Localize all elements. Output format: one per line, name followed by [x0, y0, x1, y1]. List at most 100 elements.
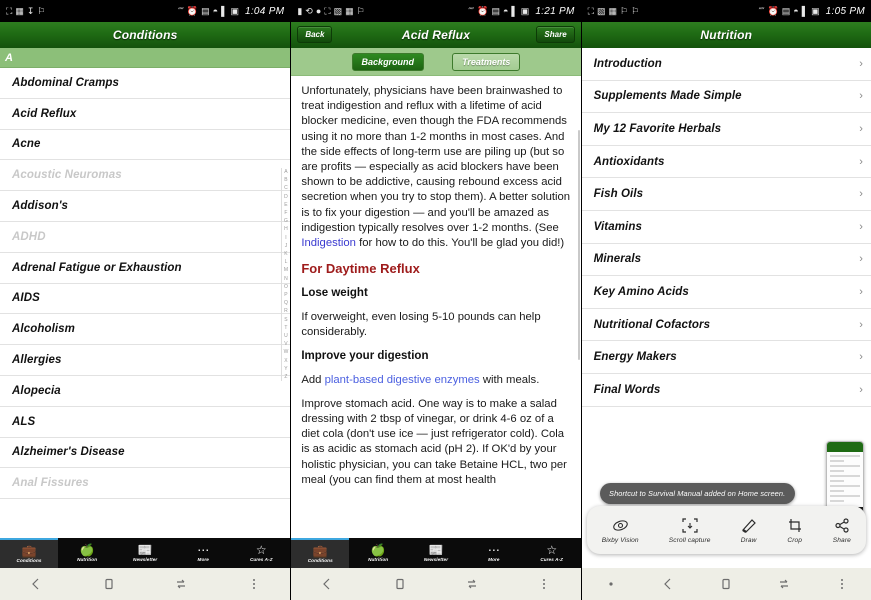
- back-button[interactable]: Back: [297, 26, 333, 43]
- nutrition-list[interactable]: Introduction › Supplements Made Simple › M…: [581, 48, 871, 407]
- list-item[interactable]: Antioxidants ›: [581, 146, 871, 179]
- tab-background[interactable]: Background: [351, 52, 425, 71]
- enzymes-link[interactable]: plant-based digestive enzymes: [325, 374, 480, 386]
- home-nav-icon[interactable]: [383, 568, 417, 600]
- alpha-index-letter[interactable]: K: [284, 250, 287, 258]
- back-nav-icon[interactable]: [19, 568, 53, 600]
- alpha-index-letter[interactable]: V: [284, 340, 287, 348]
- list-item[interactable]: My 12 Favorite Herbals ›: [581, 113, 871, 146]
- back-nav-icon[interactable]: [651, 568, 685, 600]
- list-item[interactable]: AIDS: [0, 284, 291, 315]
- alpha-index-letter[interactable]: L: [285, 258, 288, 266]
- list-item[interactable]: Acid Reflux: [0, 99, 291, 130]
- overflow-menu-icon[interactable]: [237, 568, 271, 600]
- thumbnail-line: [829, 470, 845, 472]
- scroll-capture-button[interactable]: Scroll capture: [669, 517, 711, 544]
- alpha-index-letter[interactable]: U: [284, 332, 288, 340]
- tab-conditions[interactable]: 💼 Conditions: [291, 538, 350, 568]
- tab-nutrition[interactable]: 🍏 Nutrition: [58, 538, 116, 568]
- list-item-label: Introduction: [593, 57, 662, 70]
- alpha-index-letter[interactable]: N: [284, 275, 288, 283]
- android-nav-bar-left[interactable]: [0, 568, 291, 600]
- list-item[interactable]: Adrenal Fatigue or Exhaustion: [0, 253, 291, 284]
- list-item[interactable]: Final Words ›: [581, 374, 871, 407]
- share-button[interactable]: Share: [536, 26, 575, 43]
- recents-nav-icon[interactable]: [767, 568, 801, 600]
- draw-button[interactable]: Draw: [741, 517, 757, 544]
- list-item[interactable]: Supplements Made Simple ›: [581, 81, 871, 114]
- article-paragraph-1: Unfortunately, physicians have been brai…: [301, 84, 570, 251]
- tab-conditions[interactable]: 💼 Conditions: [0, 538, 59, 568]
- alpha-index-letter[interactable]: H: [284, 225, 288, 233]
- crop-button[interactable]: Crop: [787, 517, 803, 544]
- thumbnail-line: [829, 475, 860, 477]
- list-item[interactable]: Introduction ›: [581, 48, 871, 81]
- list-item[interactable]: Alcoholism: [0, 314, 291, 346]
- tab-more[interactable]: ⋯ More: [465, 538, 523, 568]
- indigestion-link[interactable]: Indigestion: [301, 237, 356, 249]
- list-item[interactable]: ADHD: [0, 222, 291, 253]
- bottom-tab-bar[interactable]: 💼 Conditions 🍏 Nutrition 📰 Newsletter ⋯ …: [291, 538, 581, 568]
- list-item[interactable]: Anal Fissures: [0, 468, 291, 500]
- alpha-index-letter[interactable]: G: [284, 217, 288, 225]
- list-item[interactable]: Nutritional Cofactors ›: [581, 309, 871, 342]
- alpha-index-letter[interactable]: X: [284, 357, 287, 365]
- alpha-index-letter[interactable]: M: [284, 266, 288, 274]
- alpha-index-letter[interactable]: S: [284, 316, 287, 324]
- conditions-list[interactable]: Abdominal Cramps Acid Reflux Acne Acoust…: [0, 68, 291, 500]
- alpha-index-letter[interactable]: D: [284, 193, 288, 201]
- alpha-index-letter[interactable]: J: [285, 242, 288, 250]
- list-item[interactable]: Alopecia: [0, 376, 291, 407]
- list-item[interactable]: Acne: [0, 130, 291, 161]
- alpha-index-letter[interactable]: B: [284, 176, 287, 184]
- list-item[interactable]: Addison's: [0, 191, 291, 222]
- screenshot-toolbar[interactable]: Bixby Vision Scroll capture Draw Crop Sh…: [586, 506, 866, 554]
- bottom-tab-bar[interactable]: 💼 Conditions 🍏 Nutrition 📰 Newsletter ⋯ …: [0, 538, 291, 568]
- alpha-index-letter[interactable]: R: [284, 307, 288, 315]
- list-item[interactable]: ALS: [0, 407, 291, 438]
- content-scrollbar[interactable]: [577, 130, 580, 360]
- recents-nav-icon[interactable]: [164, 568, 198, 600]
- list-item[interactable]: Vitamins ›: [581, 211, 871, 244]
- tab-cures-az[interactable]: ☆ Cures A-Z: [523, 538, 581, 568]
- article-subtabs[interactable]: Background Treatments: [291, 48, 581, 76]
- list-item[interactable]: Energy Makers ›: [581, 341, 871, 374]
- tab-nutrition[interactable]: 🍏 Nutrition: [349, 538, 407, 568]
- tab-newsletter[interactable]: 📰 Newsletter: [407, 538, 465, 568]
- home-nav-icon[interactable]: [92, 568, 126, 600]
- alpha-index-letter[interactable]: F: [284, 209, 287, 217]
- alpha-index-letter[interactable]: P: [284, 291, 287, 299]
- alpha-index-letter[interactable]: Z: [284, 373, 287, 381]
- alpha-index-letter[interactable]: A: [284, 168, 287, 176]
- recents-nav-icon[interactable]: [455, 568, 489, 600]
- alpha-index-letter[interactable]: W: [284, 348, 289, 356]
- share-button[interactable]: Share: [833, 517, 851, 544]
- newspaper-icon: 📰: [137, 543, 153, 557]
- list-item[interactable]: Alzheimer's Disease: [0, 438, 291, 469]
- alpha-index-letter[interactable]: Y: [284, 365, 287, 373]
- android-nav-bar-right[interactable]: [581, 568, 871, 600]
- tab-more[interactable]: ⋯ More: [174, 538, 232, 568]
- android-nav-bar-middle[interactable]: [291, 568, 581, 600]
- list-item[interactable]: Acoustic Neuromas: [0, 160, 291, 192]
- tab-treatments[interactable]: Treatments: [452, 52, 521, 71]
- list-item[interactable]: Abdominal Cramps: [0, 68, 291, 99]
- list-item[interactable]: Allergies: [0, 345, 291, 376]
- overflow-menu-icon[interactable]: [527, 568, 561, 600]
- alpha-index-letter[interactable]: I: [285, 234, 286, 242]
- alpha-index-letter[interactable]: T: [284, 324, 287, 332]
- bixby-vision-button[interactable]: Bixby Vision: [602, 517, 639, 544]
- alpha-index-letter[interactable]: C: [284, 184, 288, 192]
- alpha-index-letter[interactable]: E: [284, 201, 287, 209]
- list-item[interactable]: Minerals ›: [581, 244, 871, 277]
- tab-newsletter[interactable]: 📰 Newsletter: [116, 538, 174, 568]
- back-nav-icon[interactable]: [310, 568, 344, 600]
- overflow-menu-icon[interactable]: [825, 568, 859, 600]
- home-nav-icon[interactable]: [709, 568, 743, 600]
- tab-cures-az[interactable]: ☆ Cures A-Z: [232, 538, 290, 568]
- alpha-index-letter[interactable]: O: [284, 283, 288, 291]
- alphabet-index-scrollbar[interactable]: A B C D E F G H I J K L M N O P Q R S T …: [280, 168, 289, 382]
- list-item[interactable]: Fish Oils ›: [581, 178, 871, 211]
- alpha-index-letter[interactable]: Q: [284, 299, 288, 307]
- list-item[interactable]: Key Amino Acids ›: [581, 276, 871, 309]
